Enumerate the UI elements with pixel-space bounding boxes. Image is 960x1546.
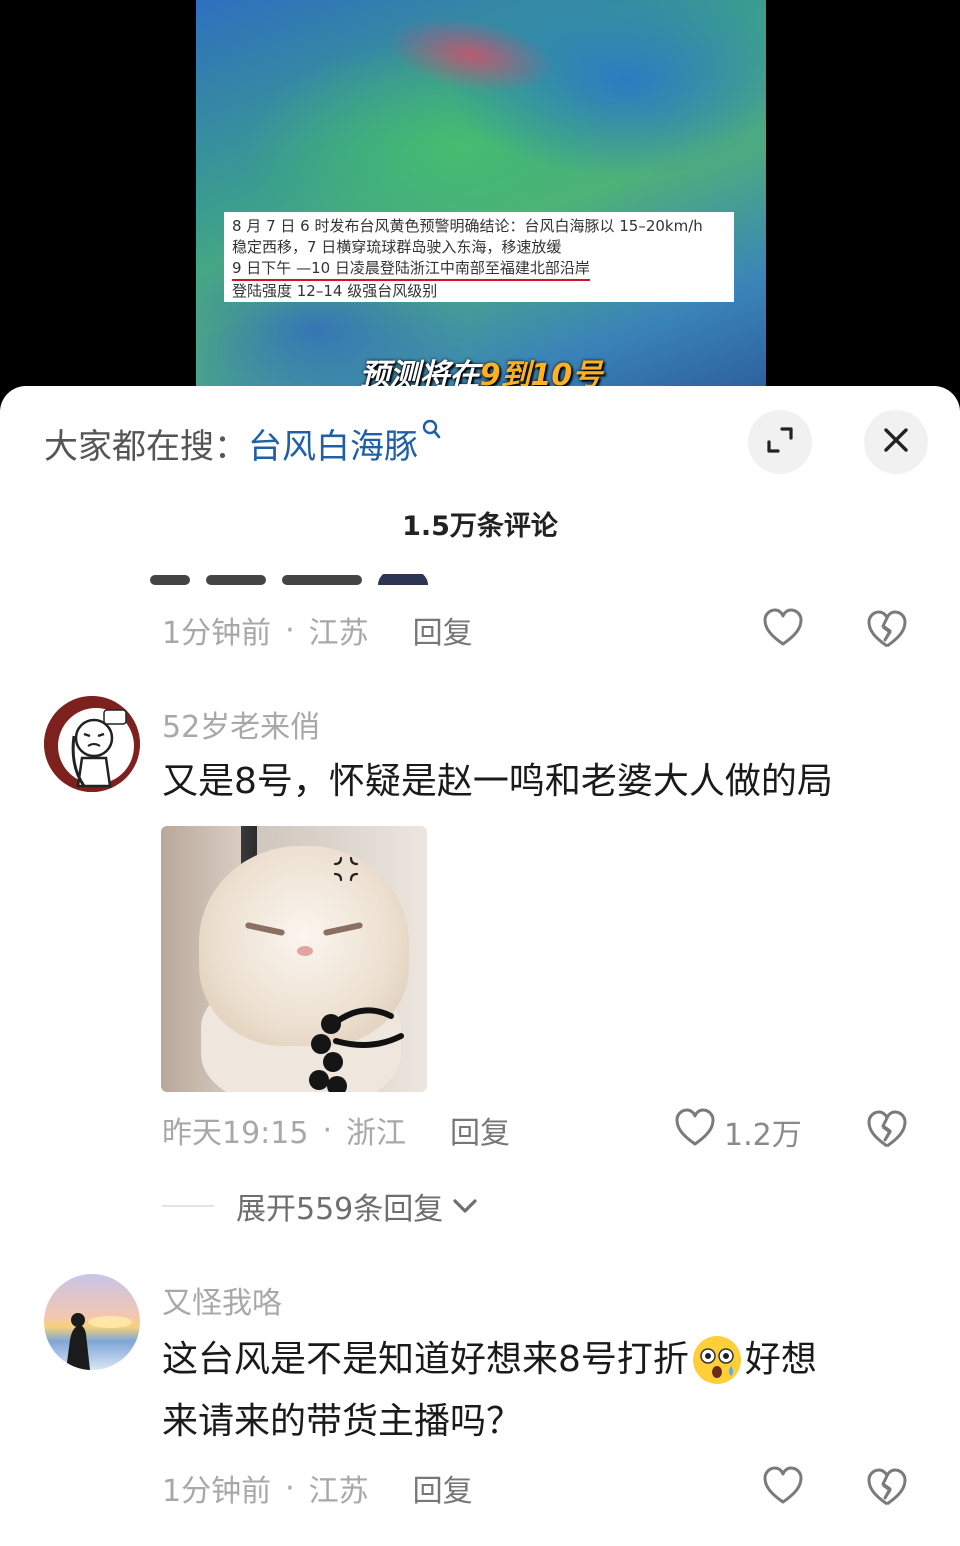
meta-separator: · — [322, 1112, 333, 1148]
dislike-button[interactable] — [866, 1468, 908, 1512]
dislike-button[interactable] — [866, 610, 908, 654]
heart-icon — [762, 608, 804, 656]
comment-location: 浙江 — [346, 1116, 407, 1151]
meta-separator: · — [285, 1470, 295, 1506]
broken-heart-icon — [866, 1110, 908, 1154]
comment-location: 江苏 — [308, 1474, 369, 1509]
avatar[interactable] — [44, 696, 140, 792]
heart-icon — [674, 1108, 716, 1156]
close-icon — [882, 426, 910, 458]
chevron-down-icon — [451, 1189, 479, 1224]
trending-search-prefix: 大家都在搜： — [44, 426, 248, 467]
notice-line-1: 8 月 7 日 6 时发布台风黄色预警明确结论：台风白海豚以 15–20km/h — [232, 217, 703, 235]
anger-mark-icon — [331, 854, 361, 891]
comment-meta: 1分钟前 · 江苏 回复 — [162, 608, 473, 652]
search-icon — [422, 419, 442, 447]
shocked-emoji-icon — [691, 1334, 743, 1386]
avatar[interactable] — [44, 1274, 140, 1370]
comment-username[interactable]: 52岁老来俏 — [162, 702, 320, 746]
notice-line-4: 登陆强度 12–14 级强台风级别 — [232, 282, 438, 300]
dislike-button[interactable] — [866, 1110, 908, 1154]
meta-separator: · — [285, 612, 295, 648]
like-button[interactable] — [762, 608, 804, 656]
comment-image[interactable] — [161, 826, 427, 1092]
trending-search-term[interactable]: 台风白海豚 — [248, 419, 418, 468]
notice-line-2: 稳定西移，7 日横穿琉球群岛驶入东海，移速放缓 — [232, 238, 562, 256]
broken-heart-icon — [866, 1468, 908, 1512]
comment-meta: 昨天19:15 · 浙江 回复 — [162, 1108, 510, 1152]
comment-text-line-1: 这台风是不是知道好想来8号打折 好想 — [162, 1330, 817, 1390]
heart-icon — [762, 1466, 804, 1514]
comment-time: 1分钟前 — [162, 616, 272, 651]
comment-panel: 大家都在搜： 台风白海豚 1.5万条评论 1分钟前 · 江苏 回复 52岁老来俏… — [0, 386, 960, 1546]
comment-time: 1分钟前 — [162, 1474, 272, 1509]
reply-button[interactable]: 回复 — [450, 1108, 510, 1152]
notice-line-3: 9 日下午 —10 日凌晨登陆浙江中南部至福建北部沿岸 — [232, 258, 590, 281]
comment-count-title: 1.5万条评论 — [402, 511, 558, 542]
expand-button[interactable] — [748, 410, 812, 474]
close-button[interactable] — [864, 410, 928, 474]
video-player[interactable]: 8 月 7 日 6 时发布台风黄色预警明确结论：台风白海豚以 15–20km/h… — [196, 0, 766, 400]
comment-text: 又是8号，怀疑是赵一鸣和老婆大人做的局 — [162, 761, 833, 802]
like-count: 1.2万 — [724, 1118, 802, 1153]
expand-replies-button[interactable]: 展开559条回复 — [162, 1184, 479, 1228]
reply-button[interactable]: 回复 — [413, 1466, 473, 1510]
warning-notice-image: 8 月 7 日 6 时发布台风黄色预警明确结论：台风白海豚以 15–20km/h… — [224, 212, 734, 302]
comment-text-line-2: 来请来的带货主播吗？ — [162, 1401, 523, 1442]
comment-username[interactable]: 又怪我咯 — [162, 1278, 282, 1322]
comment-meta: 1分钟前 · 江苏 回复 — [162, 1466, 473, 1510]
expand-replies-label: 展开559条回复 — [236, 1192, 444, 1227]
comment-time: 昨天19:15 — [162, 1116, 309, 1151]
expand-icon — [764, 424, 796, 460]
like-button[interactable]: 1.2万 — [674, 1108, 802, 1156]
blurred-video-text — [381, 5, 561, 105]
trending-search[interactable]: 大家都在搜： 台风白海豚 — [44, 416, 442, 470]
like-button[interactable] — [762, 1466, 804, 1514]
divider-line — [162, 1205, 214, 1207]
broken-heart-icon — [866, 610, 908, 654]
cut-off-comment-text — [150, 574, 510, 588]
reply-button[interactable]: 回复 — [413, 608, 473, 652]
comment-text-part: 好想 — [744, 1339, 817, 1380]
comment-text-part: 这台风是不是知道好想来8号打折 — [162, 1339, 689, 1380]
comment-location: 江苏 — [308, 616, 369, 651]
